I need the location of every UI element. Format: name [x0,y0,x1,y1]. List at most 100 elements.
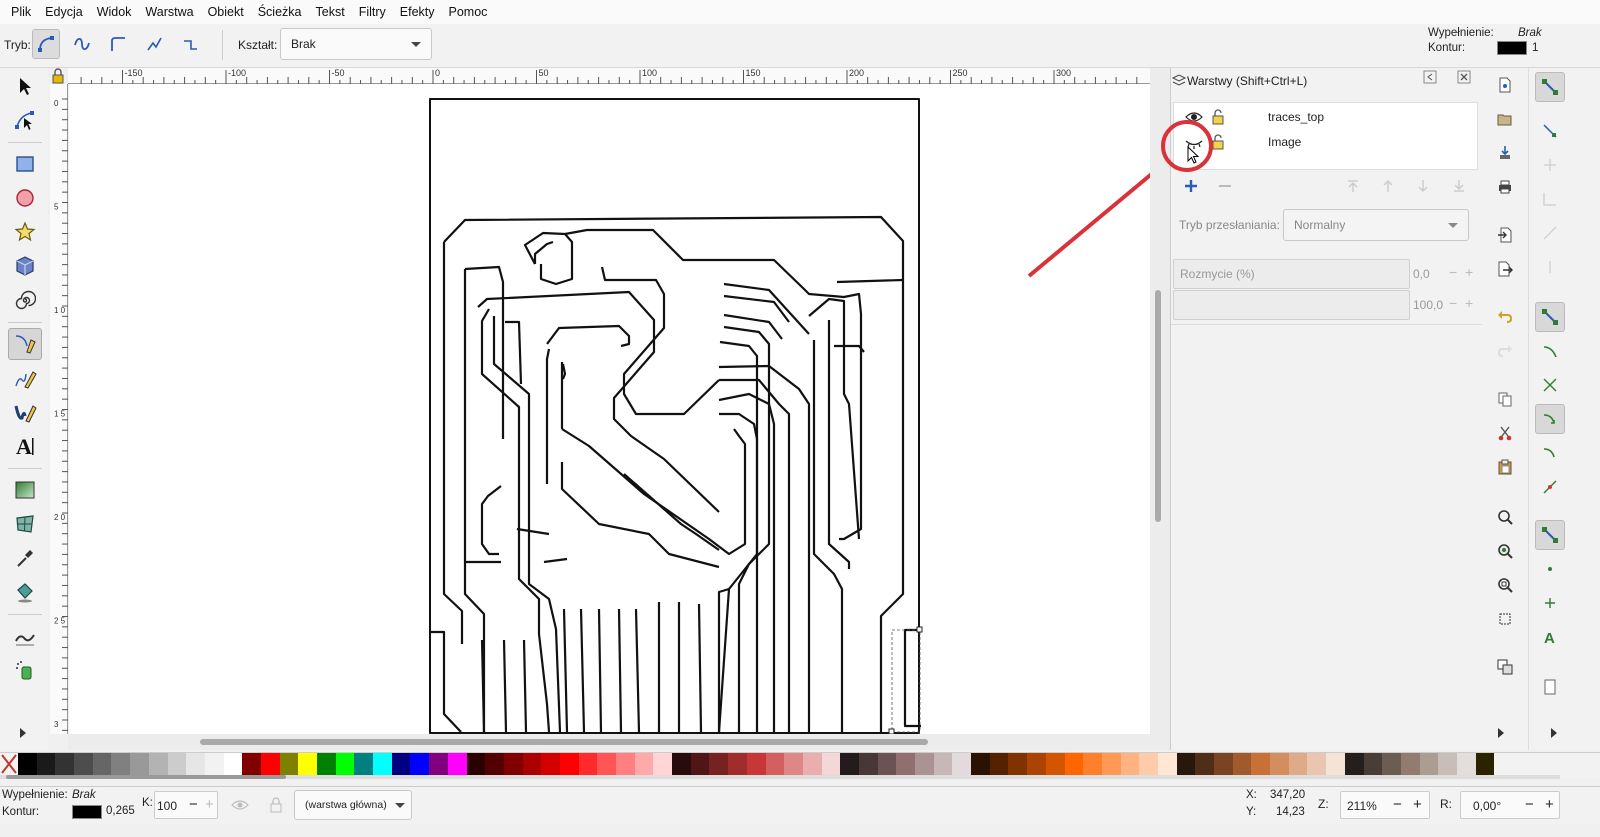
palette-swatch[interactable] [1456,753,1476,775]
star-tool[interactable] [8,216,42,248]
import-button[interactable] [1494,224,1516,246]
snap-cusp-button[interactable] [1535,404,1565,434]
palette-swatch[interactable] [1064,753,1084,775]
palette-swatch[interactable] [989,753,1009,775]
snap-midpoint-button[interactable] [1535,218,1565,248]
paste-button[interactable] [1494,456,1516,478]
palette-swatch[interactable] [672,753,691,775]
blend-mode-dropdown[interactable]: Normalny [1283,209,1469,241]
duplicate-button[interactable] [1494,656,1516,678]
current-layer-dropdown[interactable]: (warstwa główna) [294,790,412,820]
snap-line-midpoint-button[interactable] [1535,472,1565,502]
snap-bbox-edge-button[interactable] [1535,150,1565,180]
palette-swatch[interactable] [130,753,149,775]
snap-rotation-center-button[interactable] [1535,588,1565,618]
palette-swatch[interactable] [1326,753,1345,775]
palette-swatch[interactable] [335,753,355,775]
menu-extensions[interactable]: Efekty [393,0,442,24]
palette-swatch[interactable] [466,753,486,775]
palette-swatch[interactable] [653,753,673,775]
menu-layer[interactable]: Warstwa [138,0,200,24]
palette-swatch[interactable] [522,753,542,775]
palette-swatch[interactable] [1120,753,1140,775]
blur-decrement-button[interactable]: − [1449,264,1457,280]
mode-spiro-button[interactable] [68,29,96,59]
lock-guides-toggle[interactable] [50,68,68,84]
palette-swatch[interactable] [896,753,915,775]
zoom-width-button[interactable] [1494,608,1516,630]
palette-swatch[interactable] [204,753,224,775]
chevron-right-icon[interactable] [20,728,26,738]
palette-swatch[interactable] [541,753,560,775]
palette-swatch[interactable] [690,753,710,775]
rectangle-tool[interactable] [8,148,42,180]
palette-swatch[interactable] [821,753,841,775]
palette-swatch[interactable] [952,753,972,775]
zoom-in-button[interactable]: + [1413,796,1422,813]
opacity-decrement[interactable]: − [189,796,198,813]
node-tool[interactable] [8,104,42,136]
palette-swatch[interactable] [1344,753,1364,775]
cut-button[interactable] [1494,422,1516,444]
layer-to-top-button[interactable] [1345,178,1361,194]
zoom-spinbox[interactable]: 211% − + [1340,791,1430,819]
palette-swatch[interactable] [1232,753,1252,775]
palette-swatch[interactable] [298,753,317,775]
redo-button[interactable] [1494,340,1516,362]
palette-swatch[interactable] [1214,753,1233,775]
opacity-decrement-button[interactable]: − [1449,295,1457,311]
opacity-field[interactable]: Krycie (%) [1173,290,1410,320]
palette-swatch[interactable] [391,753,411,775]
palette-swatch[interactable] [55,753,75,775]
palette-swatch[interactable] [92,753,112,775]
tweak-tool[interactable] [8,620,42,652]
pen-tool[interactable] [8,328,42,360]
palette-swatch[interactable] [1101,753,1121,775]
vertical-scroll-thumb[interactable] [1155,290,1161,522]
opacity-spinbox[interactable]: 100 − + [154,791,218,819]
palette-swatch[interactable] [1008,753,1028,775]
palette-swatch[interactable] [1419,753,1439,775]
palette-scroll-thumb[interactable] [6,775,286,779]
horizontal-scrollbar[interactable] [68,734,1150,750]
palette-swatch[interactable] [485,753,504,775]
snap-others-button[interactable] [1535,520,1565,550]
layer-raise-button[interactable] [1380,178,1396,194]
snap-smooth-button[interactable] [1535,438,1565,468]
palette-swatch[interactable] [373,753,392,775]
palette-swatch[interactable] [447,753,467,775]
horizontal-scroll-thumb[interactable] [200,739,928,745]
palette-swatch[interactable] [1400,753,1420,775]
palette-swatch[interactable] [1438,753,1457,775]
palette-swatch[interactable] [74,753,93,775]
palette-swatch[interactable] [111,753,131,775]
palette-swatch[interactable] [279,753,299,775]
export-button[interactable] [1494,258,1516,280]
palette-swatch[interactable] [1307,753,1327,775]
palette-swatch[interactable] [1139,753,1158,775]
new-document-button[interactable] [1494,74,1516,96]
palette-swatch[interactable] [410,753,430,775]
menu-file[interactable]: Plik [4,0,38,24]
panel-dock-button[interactable] [1423,70,1437,84]
spiral-tool[interactable] [8,284,42,316]
eye-icon[interactable] [230,797,250,813]
pcb-traces-drawing[interactable] [69,84,1156,735]
horizontal-ruler[interactable]: -150 -100 -50 0 50 100 150 200 250 300 [68,68,1150,84]
status-stroke-swatch[interactable] [72,805,102,819]
vertical-ruler[interactable]: 0 5 1 0 1 5 2 0 2 5 3 [50,84,68,734]
menu-view[interactable]: Widok [90,0,139,24]
mode-bspline-button[interactable] [104,29,132,59]
menu-help[interactable]: Pomoc [442,0,495,24]
no-paint-swatch[interactable] [0,753,18,775]
zoom-drawing-button[interactable] [1494,540,1516,562]
palette-swatch[interactable] [36,753,56,775]
palette-swatch[interactable] [634,753,654,775]
snap-page-button[interactable] [1535,672,1565,702]
palette-swatch[interactable] [1270,753,1289,775]
palette-swatch[interactable] [242,753,261,775]
opacity-increment[interactable]: + [205,796,214,813]
blur-field[interactable]: Rozmycie (%) [1173,259,1410,289]
remove-layer-button[interactable] [1217,178,1233,194]
palette-swatch[interactable] [317,753,336,775]
